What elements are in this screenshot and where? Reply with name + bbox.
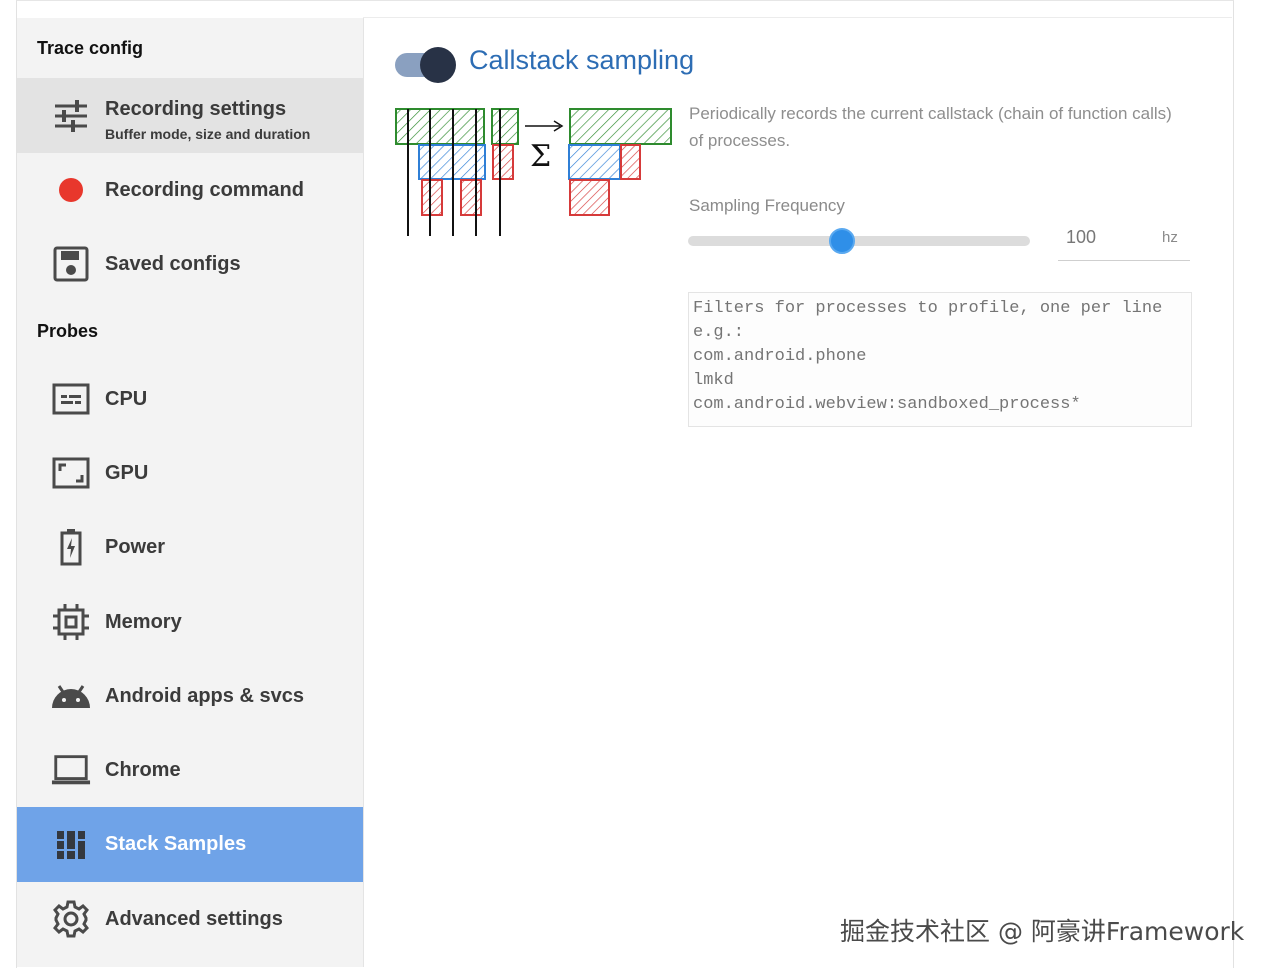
stacks-icon bbox=[51, 825, 91, 865]
slider-thumb[interactable] bbox=[829, 228, 855, 254]
gpu-icon bbox=[51, 453, 91, 493]
sidebar-item-label: CPU bbox=[105, 387, 148, 410]
probe-title: Callstack sampling bbox=[469, 45, 695, 75]
sidebar-item-chrome[interactable]: Chrome bbox=[17, 733, 363, 807]
gear-icon bbox=[51, 899, 91, 939]
laptop-icon bbox=[51, 750, 91, 790]
toggle-knob bbox=[420, 47, 456, 83]
sidebar-item-label: Memory bbox=[105, 610, 182, 633]
sidebar-item-label: Power bbox=[105, 535, 166, 558]
sidebar-item-cpu[interactable]: CPU bbox=[17, 362, 363, 436]
sidebar-item-recording-settings[interactable]: Recording settings Buffer mode, size and… bbox=[17, 78, 363, 153]
sampling-frequency-slider[interactable] bbox=[688, 228, 1030, 254]
svg-text:Σ: Σ bbox=[530, 139, 551, 174]
sidebar-item-label: GPU bbox=[105, 461, 149, 484]
section-title-trace-config: Trace config bbox=[37, 38, 144, 58]
sidebar-item-gpu[interactable]: GPU bbox=[17, 436, 363, 510]
sidebar-item-label: Saved configs bbox=[105, 252, 241, 275]
watermark: 掘金技术社区 @ 阿豪讲Framework bbox=[840, 917, 1245, 946]
callstack-illustration: Σ bbox=[395, 108, 672, 236]
sidebar-item-label: Advanced settings bbox=[105, 907, 283, 930]
section-title-probes: Probes bbox=[37, 321, 99, 341]
record-dot-icon bbox=[51, 170, 91, 210]
sidebar-item-label: Chrome bbox=[105, 758, 181, 781]
sidebar-item-label: Stack Samples bbox=[105, 833, 247, 855]
sidebar-item-stack-samples[interactable]: Stack Samples bbox=[17, 807, 363, 882]
sidebar-item-recording-command[interactable]: Recording command bbox=[17, 153, 363, 227]
cpu-icon bbox=[51, 379, 91, 419]
frequency-input[interactable] bbox=[1064, 226, 1148, 249]
top-divider bbox=[363, 17, 1232, 18]
sidebar-item-label: Recording settings bbox=[105, 98, 287, 120]
callstack-sampling-toggle[interactable] bbox=[395, 47, 457, 83]
frequency-input-wrapper: hz bbox=[1058, 222, 1190, 261]
probe-description: Periodically records the current callsta… bbox=[689, 104, 1172, 150]
android-icon bbox=[51, 676, 91, 716]
memory-chip-icon bbox=[51, 602, 91, 642]
sidebar-item-android[interactable]: Android apps & svcs bbox=[17, 659, 363, 733]
save-icon bbox=[51, 244, 91, 284]
sidebar: Trace config Recording settings Buffer m… bbox=[17, 18, 364, 967]
sidebar-item-saved-configs[interactable]: Saved configs bbox=[17, 227, 363, 301]
sidebar-item-sublabel: Buffer mode, size and duration bbox=[105, 126, 311, 142]
sidebar-item-label: Recording command bbox=[105, 178, 304, 201]
slider-rail bbox=[688, 236, 1030, 246]
sidebar-item-memory[interactable]: Memory bbox=[17, 585, 363, 659]
battery-charging-icon bbox=[51, 527, 91, 567]
process-filters-input[interactable] bbox=[688, 292, 1192, 427]
frequency-unit: hz bbox=[1162, 229, 1178, 246]
sidebar-item-label: Android apps & svcs bbox=[105, 684, 304, 707]
sampling-frequency-label: Sampling Frequency bbox=[689, 196, 845, 215]
sidebar-item-advanced-settings[interactable]: Advanced settings bbox=[17, 882, 363, 956]
sidebar-item-power[interactable]: Power bbox=[17, 510, 363, 584]
tune-icon bbox=[51, 96, 91, 136]
